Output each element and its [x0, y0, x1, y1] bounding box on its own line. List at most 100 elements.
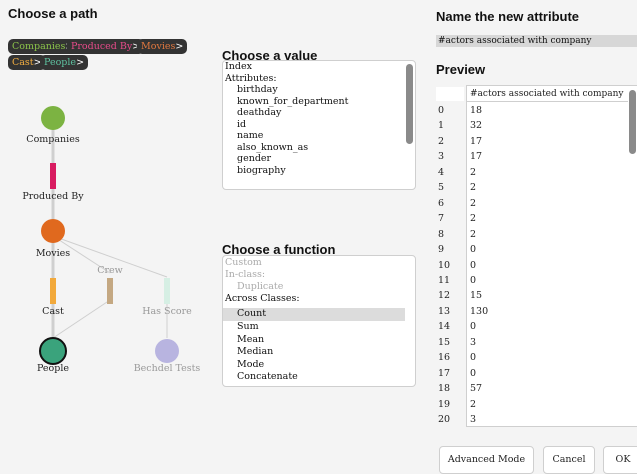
value-list-scrollbar[interactable] — [406, 64, 413, 144]
node-produced-by[interactable] — [50, 163, 56, 189]
preview-row-value: 2 — [470, 213, 477, 225]
preview-row-index: 0 — [438, 105, 445, 116]
function-list[interactable]: Custom In-class: Duplicate Across Classe… — [222, 255, 416, 387]
chip-label: Cast — [12, 57, 34, 68]
preview-row-index: 16 — [438, 352, 451, 364]
function-item-custom: Custom — [225, 257, 262, 268]
preview-row-index: 15 — [438, 336, 451, 348]
value-item-birthday[interactable]: birthday — [237, 84, 278, 96]
preview-row-value: 0 — [470, 244, 477, 256]
preview-row-index: 19 — [438, 398, 451, 410]
preview-column-header: #actors associated with company — [470, 89, 624, 99]
preview-row-value: 0 — [470, 259, 477, 271]
preview-row-index: 7 — [438, 213, 445, 225]
function-item-mean[interactable]: Mean — [237, 334, 264, 346]
preview-heading: Preview — [436, 62, 486, 77]
value-item-gender[interactable]: gender — [237, 153, 271, 165]
label-companies: Companies — [26, 134, 80, 145]
preview-row-index: 4 — [438, 166, 445, 178]
preview-row-value: 0 — [470, 321, 477, 333]
value-item-deathday[interactable]: deathday — [237, 107, 281, 119]
preview-row-index: 8 — [438, 228, 445, 240]
cancel-button[interactable]: Cancel — [543, 446, 595, 474]
advanced-mode-button[interactable]: Advanced Mode — [439, 446, 534, 474]
preview-row-index: 1 — [438, 120, 445, 132]
ok-button[interactable]: OK — [603, 446, 637, 474]
preview-row-value: 2 — [470, 166, 477, 178]
node-companies[interactable] — [41, 106, 65, 130]
value-item-index[interactable]: Index — [225, 61, 252, 73]
path-chip-produced-by[interactable]: Produced By> — [67, 39, 145, 54]
node-crew[interactable] — [107, 278, 113, 304]
value-item-known-for-department[interactable]: known_for_department — [237, 96, 349, 108]
preview-row-index: 17 — [438, 367, 451, 379]
label-cast: Cast — [42, 306, 64, 317]
chip-label: Produced By — [71, 41, 133, 52]
preview-row-index: 18 — [438, 383, 451, 395]
node-bechdel-tests[interactable] — [155, 339, 179, 363]
preview-index-header — [436, 87, 464, 101]
chip-arrow: > — [76, 57, 85, 68]
function-item-duplicate: Duplicate — [237, 281, 284, 292]
value-list[interactable]: Index Attributes: birthday known_for_dep… — [222, 60, 416, 190]
label-movies: Movies — [35, 248, 71, 259]
function-item-count[interactable]: Count — [237, 308, 266, 320]
chip-label: Movies — [141, 41, 176, 52]
node-has-score[interactable] — [164, 278, 170, 304]
preview-row-value: 0 — [470, 352, 477, 364]
preview-row-value: 2 — [470, 197, 477, 209]
preview-row-index: 6 — [438, 197, 445, 209]
preview-row-index: 5 — [438, 182, 445, 194]
preview-row-value: 15 — [470, 290, 483, 302]
preview-row-index: 12 — [438, 290, 451, 302]
preview-row-value: 57 — [470, 383, 483, 395]
path-chip-people[interactable]: People> — [40, 55, 89, 70]
preview-row-value: 130 — [470, 305, 489, 317]
preview-row-index: 10 — [438, 259, 451, 271]
label-crew: Crew — [97, 265, 123, 276]
chip-arrow: > — [175, 41, 184, 52]
preview-row-index: 11 — [438, 274, 451, 286]
preview-row-value: 32 — [470, 120, 483, 132]
preview-row-index: 13 — [438, 305, 451, 317]
function-item-concatenate[interactable]: Concatenate — [237, 371, 298, 383]
preview-row-value: 2 — [470, 228, 477, 240]
node-cast[interactable] — [50, 278, 56, 304]
preview-row-value: 18 — [470, 105, 483, 116]
preview-row-value: 0 — [470, 367, 477, 379]
preview-row-index: 2 — [438, 135, 445, 147]
preview-data-panel: #actors associated with company — [466, 85, 637, 427]
node-people[interactable] — [39, 337, 67, 365]
value-item-id[interactable]: id — [237, 119, 246, 131]
preview-row-value: 0 — [470, 274, 477, 286]
preview-row-value: 3 — [470, 336, 477, 348]
preview-row-value: 17 — [470, 135, 483, 147]
preview-row-value: 3 — [470, 414, 477, 425]
attribute-heading: Name the new attribute — [436, 9, 580, 24]
preview-header-divider — [467, 101, 628, 102]
attribute-name-input[interactable] — [436, 35, 637, 47]
value-item-biography[interactable]: biography — [237, 165, 286, 177]
function-item-sum[interactable]: Sum — [237, 321, 259, 333]
label-people: People — [36, 363, 70, 374]
preview-row-index: 20 — [438, 414, 451, 425]
value-item-also-known-as[interactable]: also_known_as — [237, 142, 308, 154]
chip-label: Companies — [12, 41, 66, 52]
function-item-mode[interactable]: Mode — [237, 359, 264, 371]
label-produced-by: Produced By — [22, 191, 84, 202]
preview-scrollbar[interactable] — [629, 90, 636, 154]
preview-row-index: 9 — [438, 244, 445, 256]
label-bechdel-tests: Bechdel Tests — [133, 363, 201, 374]
preview-row-index: 14 — [438, 321, 451, 333]
path-heading: Choose a path — [8, 6, 98, 21]
value-item-name[interactable]: name — [237, 130, 263, 142]
preview-row-value: 17 — [470, 151, 483, 163]
preview-row-value: 2 — [470, 398, 477, 410]
function-item-median[interactable]: Median — [237, 346, 273, 358]
path-chip-movies[interactable]: Movies> — [137, 39, 188, 54]
label-has-score: Has Score — [142, 306, 192, 317]
preview-table: #actors associated with company 0 18 1 32 2 1… — [436, 85, 637, 427]
chip-label: People — [44, 57, 77, 68]
preview-row-value: 2 — [470, 182, 477, 194]
node-movies[interactable] — [41, 219, 65, 243]
